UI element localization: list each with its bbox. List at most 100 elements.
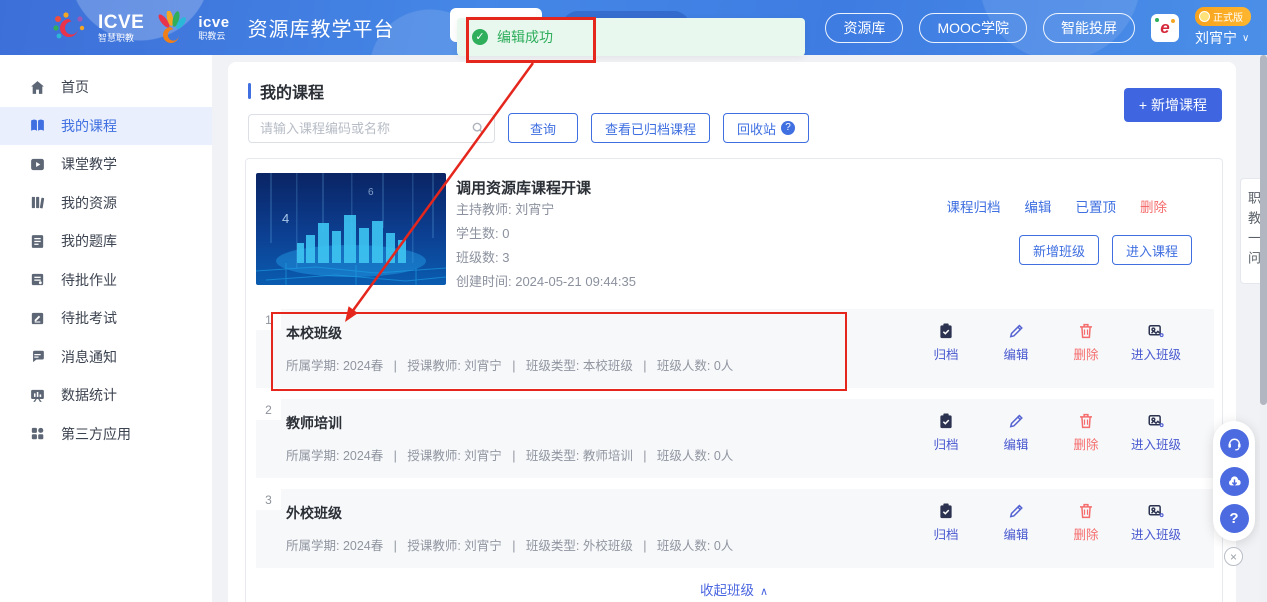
classroom-teaching-icon <box>29 156 46 173</box>
sidebar-item-my-courses[interactable]: 我的课程 <box>0 106 212 145</box>
user-menu[interactable]: 刘宵宁 ∨ <box>1195 28 1249 48</box>
archive-class-action[interactable]: 归档 <box>914 322 978 363</box>
archive-icon <box>937 502 955 520</box>
action-label: 编辑 <box>1003 528 1029 542</box>
enter-class-action[interactable]: 进入班级 <box>1124 502 1188 543</box>
sidebar-item-label: 第三方应用 <box>61 425 131 442</box>
action-label: 进入班级 <box>1130 438 1181 452</box>
archive-class-action[interactable]: 归档 <box>914 412 978 453</box>
enter-class-action[interactable]: 进入班级 <box>1124 322 1188 363</box>
logo-cluster: ICVE 智慧职教 icve 职教云 资源库教学平台 <box>50 9 395 47</box>
chevron-up-icon: ∧ <box>759 586 769 598</box>
class-meta: 所属学期: 2024春 | 授课教师: 刘宵宁 | 班级类型: 外校班级 | 班… <box>286 539 734 553</box>
row-index: 2 <box>256 399 281 420</box>
action-label: 归档 <box>933 528 959 542</box>
logo-primary-sub: 智慧职教 <box>98 32 135 43</box>
my-courses-icon <box>29 117 46 134</box>
course-link-row: 课程归档 编辑 已置顶 删除 <box>947 196 1168 216</box>
customer-service-icon[interactable] <box>1219 429 1249 459</box>
course-card: 4 6 调用资源库课程开课 主持教师: 刘宵宁 学生数: 0 班级数: 3 创建… <box>245 158 1223 602</box>
recycle-bin-label: 回收站 <box>737 121 777 137</box>
page-title: 我的课程 <box>248 79 324 103</box>
edit-icon <box>1007 502 1025 520</box>
archive-icon <box>937 322 955 340</box>
success-toast: ✓ 编辑成功 <box>457 18 805 56</box>
course-archive-link[interactable]: 课程归档 <box>947 196 1001 216</box>
nav-mooc-college-button[interactable]: MOOC学院 <box>919 12 1027 43</box>
question-bank-icon <box>29 233 46 250</box>
sidebar-item-my-resources[interactable]: 我的资源 <box>0 184 212 223</box>
statistics-icon <box>29 387 46 404</box>
sidebar-item-label: 课堂教学 <box>61 156 117 173</box>
add-course-button[interactable]: + 新增课程 <box>1123 88 1222 122</box>
course-meta: 主持教师: 刘宵宁 学生数: 0 班级数: 3 创建时间: 2024-05-21… <box>456 203 636 299</box>
delete-icon <box>1077 322 1095 340</box>
collapse-label: 收起班级 <box>699 583 754 598</box>
sidebar-item-label: 消息通知 <box>61 348 117 365</box>
course-thumbnail: 4 6 <box>256 173 446 285</box>
my-resources-icon <box>29 194 46 211</box>
sidebar-item-statistics[interactable]: 数据统计 <box>0 376 212 415</box>
class-meta: 所属学期: 2024春 | 授课教师: 刘宵宁 | 班级类型: 教师培训 | 班… <box>286 449 734 463</box>
chevron-down-icon: ∨ <box>1242 32 1250 44</box>
class-name: 教师培训 <box>286 415 342 431</box>
download-icon[interactable] <box>1219 466 1249 496</box>
svg-text:6: 6 <box>368 187 374 198</box>
delete-class-action[interactable]: 删除 <box>1054 412 1118 453</box>
archive-class-action[interactable]: 归档 <box>914 502 978 543</box>
help-icon[interactable]: ? <box>1219 503 1249 533</box>
zhijiaoyun-logo-text: icve 职教云 <box>198 15 229 41</box>
sidebar-item-question-bank[interactable]: 我的题库 <box>0 222 212 261</box>
query-button[interactable]: 查询 <box>508 113 579 143</box>
course-search-input[interactable] <box>248 113 495 143</box>
zhijiaoyun-peacock-logo-icon <box>158 10 187 43</box>
close-widget-icon[interactable]: × <box>1224 547 1243 566</box>
app-launcher-icon[interactable]: e <box>1151 13 1179 42</box>
sidebar-item-pending-exam[interactable]: 待批考试 <box>0 299 212 338</box>
view-archived-courses-button[interactable]: 查看已归档课程 <box>591 113 711 143</box>
scrollbar-thumb[interactable] <box>1260 55 1267 405</box>
course-host-teacher: 主持教师: 刘宵宁 <box>456 202 555 217</box>
delete-class-action[interactable]: 删除 <box>1054 502 1118 543</box>
edit-class-action[interactable]: 编辑 <box>984 502 1048 543</box>
course-edit-link[interactable]: 编辑 <box>1025 196 1052 216</box>
delete-icon <box>1077 502 1095 520</box>
add-class-button[interactable]: 新增班级 <box>1018 235 1099 265</box>
enter-course-button[interactable]: 进入课程 <box>1111 235 1192 265</box>
page-scrollbar[interactable] <box>1260 55 1267 602</box>
edit-class-action[interactable]: 编辑 <box>984 412 1048 453</box>
course-pinned-link[interactable]: 已置顶 <box>1076 196 1117 216</box>
nav-resource-library-button[interactable]: 资源库 <box>825 12 904 43</box>
sidebar-item-label: 我的课程 <box>61 117 117 134</box>
delete-class-action[interactable]: 删除 <box>1054 322 1118 363</box>
sidebar-item-messages[interactable]: 消息通知 <box>0 338 212 377</box>
action-label: 删除 <box>1073 528 1099 542</box>
collapse-classes-link[interactable]: 收起班级 ∧ <box>246 579 1222 599</box>
course-student-count: 学生数: 0 <box>456 226 510 241</box>
sidebar: 首页 我的课程 课堂教学 我的资源 我的题库 待批作业 待批考试 消息通知 数据… <box>0 55 212 602</box>
class-actions: 归档 编辑 删除 进入班级 <box>908 412 1188 453</box>
pending-exam-icon <box>29 310 46 327</box>
search-box <box>248 113 495 143</box>
app-e-glyph: e <box>1160 18 1170 37</box>
sidebar-item-pending-homework[interactable]: 待批作业 <box>0 261 212 300</box>
sidebar-item-classroom-teaching[interactable]: 课堂教学 <box>0 145 212 184</box>
nav-smart-cast-button[interactable]: 智能投屏 <box>1043 12 1135 43</box>
sidebar-item-label: 首页 <box>61 79 89 96</box>
sidebar-item-home[interactable]: 首页 <box>0 68 212 107</box>
recycle-bin-button[interactable]: 回收站 ? <box>723 113 810 143</box>
sidebar-item-label: 我的题库 <box>61 233 117 250</box>
edit-class-action[interactable]: 编辑 <box>984 322 1048 363</box>
action-label: 归档 <box>933 438 959 452</box>
enter-class-action[interactable]: 进入班级 <box>1124 412 1188 453</box>
course-delete-link[interactable]: 删除 <box>1140 196 1167 216</box>
logo-secondary-sub: 职教云 <box>198 30 226 41</box>
action-label: 编辑 <box>1003 438 1029 452</box>
main-panel: 我的课程 + 新增课程 查询 查看已归档课程 回收站 ? <box>228 62 1236 602</box>
archive-icon <box>937 412 955 430</box>
action-label: 进入班级 <box>1130 528 1181 542</box>
sidebar-item-third-party-apps[interactable]: 第三方应用 <box>0 415 212 454</box>
class-row-external: 3 外校班级 所属学期: 2024春 | 授课教师: 刘宵宁 | 班级类型: 外… <box>256 489 1214 568</box>
version-badge: 正式版 <box>1195 7 1251 26</box>
medal-icon <box>1199 11 1210 22</box>
